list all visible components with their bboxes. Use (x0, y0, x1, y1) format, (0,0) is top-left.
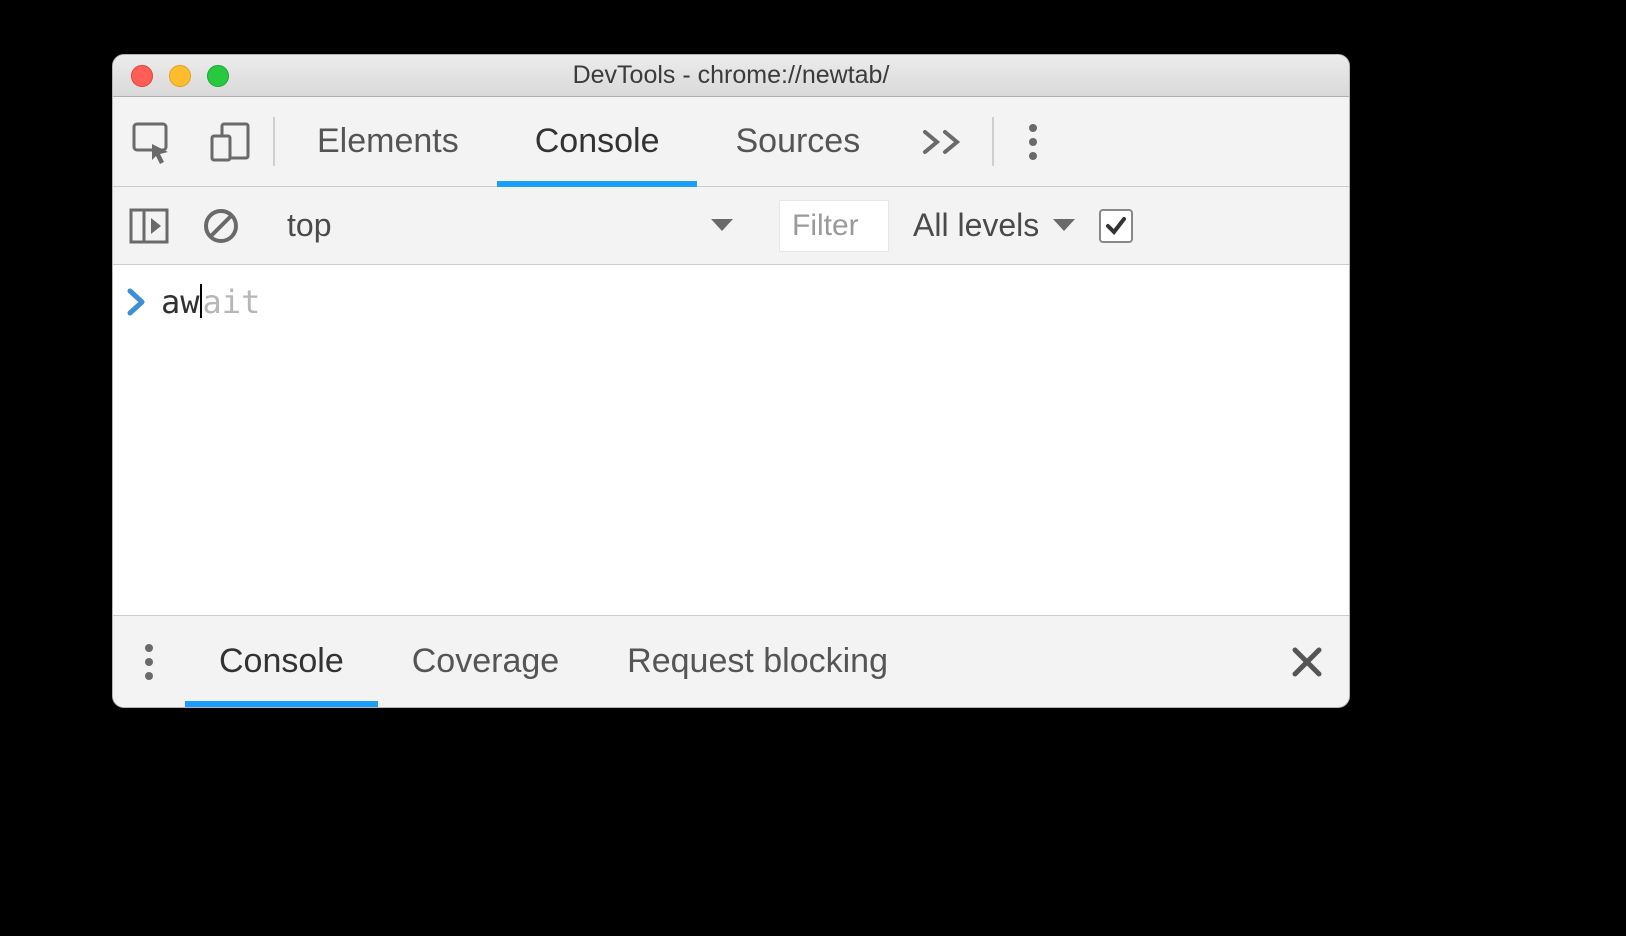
divider (273, 117, 275, 166)
execution-context-select[interactable]: top (267, 207, 755, 244)
console-prompt[interactable]: await (127, 283, 1335, 321)
clear-icon (202, 207, 240, 245)
spacer (922, 616, 1265, 707)
console-input-text: await (161, 283, 260, 321)
sidebar-icon (129, 208, 169, 244)
typed-text: aw (161, 283, 200, 321)
text-caret (200, 284, 202, 318)
tab-sources[interactable]: Sources (697, 97, 898, 186)
close-window-button[interactable] (131, 65, 153, 87)
context-value: top (287, 207, 331, 244)
toggle-sidebar-button[interactable] (113, 208, 185, 244)
levels-label: All levels (913, 207, 1039, 244)
settings-menu-button[interactable] (998, 97, 1068, 186)
chevron-down-icon (1051, 217, 1077, 235)
console-toolbar: top Filter All levels (113, 187, 1349, 265)
checkmark-icon (1104, 214, 1128, 238)
zoom-window-button[interactable] (207, 65, 229, 87)
divider (992, 117, 994, 166)
drawer-tab-request-blocking[interactable]: Request blocking (593, 616, 922, 707)
inspect-icon (130, 120, 174, 164)
titlebar: DevTools - chrome://newtab/ (113, 55, 1349, 97)
tab-elements[interactable]: Elements (279, 97, 497, 186)
window-title: DevTools - chrome://newtab/ (113, 61, 1349, 90)
console-body[interactable]: await (113, 265, 1349, 615)
close-drawer-button[interactable] (1265, 616, 1349, 707)
kebab-icon (1027, 120, 1039, 164)
drawer-tab-coverage[interactable]: Coverage (378, 616, 593, 707)
close-icon (1290, 645, 1324, 679)
drawer: Console Coverage Request blocking (113, 615, 1349, 707)
filter-input[interactable]: Filter (779, 200, 889, 252)
main-tab-bar: Elements Console Sources (113, 97, 1349, 187)
devtools-window: DevTools - chrome://newtab/ Elements Con… (112, 54, 1350, 708)
kebab-icon (143, 640, 155, 684)
filter-placeholder: Filter (792, 209, 859, 243)
prompt-chevron-icon (127, 288, 147, 316)
drawer-more-button[interactable] (113, 616, 185, 707)
traffic-lights (131, 65, 229, 87)
drawer-tab-console[interactable]: Console (185, 616, 378, 707)
device-icon (208, 120, 252, 164)
chevron-double-right-icon (921, 128, 965, 156)
tab-console[interactable]: Console (497, 97, 698, 186)
inspect-element-button[interactable] (113, 97, 191, 186)
log-levels-select[interactable]: All levels (913, 207, 1077, 244)
autocomplete-ghost: ait (203, 283, 261, 321)
clear-console-button[interactable] (185, 207, 257, 245)
more-tabs-button[interactable] (898, 97, 988, 186)
chevron-down-icon (709, 217, 735, 235)
group-similar-checkbox[interactable] (1099, 209, 1133, 243)
device-toolbar-button[interactable] (191, 97, 269, 186)
minimize-window-button[interactable] (169, 65, 191, 87)
